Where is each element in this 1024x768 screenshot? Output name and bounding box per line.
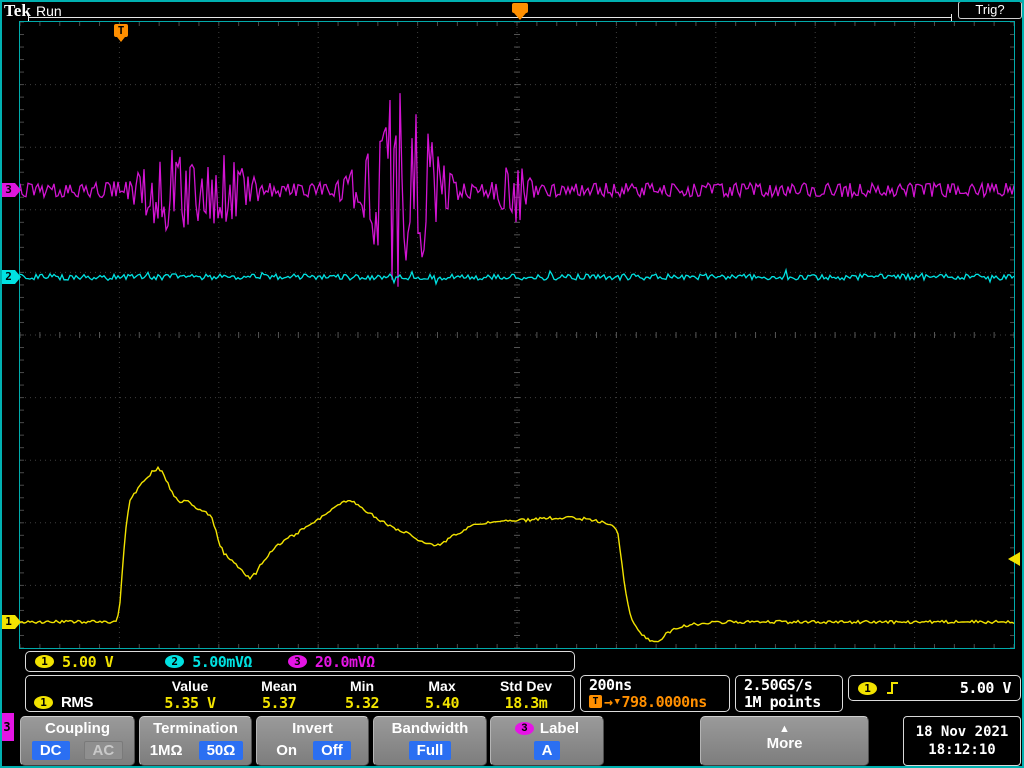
bandwidth-title: Bandwidth (391, 720, 469, 737)
oscilloscope-screen: Tek Run Trig? T 3 2 1 1 5.00 V 2 5.00mVΩ… (0, 0, 1024, 768)
invert-option-on[interactable]: On (274, 741, 299, 760)
channel-scale-readout[interactable]: 1 5.00 V 2 5.00mVΩ 3 20.0mVΩ (25, 651, 575, 672)
meas-min: 5.32 (344, 693, 380, 712)
meas-stddev: 18.3m (504, 693, 548, 712)
channel-3-menu-tab[interactable]: 3 (0, 713, 14, 741)
menu-termination[interactable]: Termination 1MΩ 50Ω (139, 716, 252, 766)
date-text: 18 Nov 2021 (915, 724, 1009, 740)
ch1-trace (20, 465, 1014, 643)
invert-option-off[interactable]: Off (313, 741, 351, 760)
time-per-div: 200ns (589, 675, 632, 694)
meas-header-value: Value (171, 677, 209, 694)
ch1-ground-marker[interactable]: 1 (2, 615, 21, 629)
trigger-position-marker-icon[interactable] (512, 3, 528, 20)
more-up-arrow-icon: ▲ (779, 723, 790, 735)
label-channel-badge: 3 (514, 722, 534, 735)
sample-rate: 2.50GS/s (744, 675, 813, 694)
graticule (19, 21, 1015, 649)
menu-label[interactable]: 3 Label A (490, 716, 604, 766)
ch3-ground-marker[interactable]: 3 (2, 183, 21, 197)
triangle-down-icon: ▼ (614, 696, 620, 707)
meas-mean: 5.37 (261, 693, 297, 712)
datetime-display: 18 Nov 2021 18:12:10 (903, 716, 1021, 766)
ch2-ground-marker[interactable]: 2 (2, 270, 21, 284)
coupling-option-dc[interactable]: DC (31, 741, 70, 760)
measurement-row[interactable]: 1 RMS (26, 694, 144, 711)
meas-ch-badge: 1 (34, 696, 53, 709)
menu-invert[interactable]: Invert On Off (256, 716, 369, 766)
more-title: More (766, 735, 803, 752)
measurement-readout: Value Mean Min Max Std Dev 1 RMS 5.35 V … (25, 675, 575, 712)
meas-header-min: Min (349, 677, 375, 694)
trigger-readout[interactable]: 1 5.00 V (848, 675, 1021, 701)
trigger-time-flag-icon[interactable]: T (114, 24, 128, 42)
trigger-source-badge: 1 (858, 681, 877, 695)
trigger-t-icon: T (589, 695, 602, 708)
meas-max: 5.40 (424, 693, 460, 712)
ch1-badge[interactable]: 1 (35, 655, 54, 668)
ch3-scale: 20.0mVΩ (314, 652, 375, 671)
menu-coupling[interactable]: Coupling DC AC (20, 716, 135, 766)
termination-title: Termination (153, 720, 238, 737)
menu-bandwidth[interactable]: Bandwidth Full (373, 716, 487, 766)
invert-title: Invert (292, 720, 333, 737)
ch2-badge[interactable]: 2 (165, 655, 185, 668)
waveform-display (20, 22, 1014, 648)
acquisition-readout: 2.50GS/s 1M points (735, 675, 843, 712)
label-value[interactable]: A (533, 741, 561, 760)
trigger-status-badge: Trig? (958, 1, 1022, 19)
meas-name: RMS (61, 694, 93, 711)
record-length: 1M points (744, 692, 821, 711)
label-title: Label (539, 720, 580, 737)
trigger-level: 5.00 V (959, 679, 1012, 697)
ch3-badge[interactable]: 3 (287, 655, 307, 668)
tek-logo: Tek (4, 1, 31, 20)
ch1-scale: 5.00 V (62, 652, 114, 671)
termination-option-1mohm[interactable]: 1MΩ (148, 741, 185, 760)
record-view-bar (28, 14, 952, 21)
meas-header-mean: Mean (261, 677, 297, 694)
trigger-level-arrow-icon[interactable] (1008, 552, 1020, 566)
menu-more[interactable]: ▲ More (700, 716, 869, 766)
termination-option-50ohm[interactable]: 50Ω (198, 741, 244, 760)
coupling-option-ac[interactable]: AC (83, 741, 124, 760)
coupling-title: Coupling (45, 720, 110, 737)
rising-edge-icon (887, 682, 898, 694)
acquisition-status: Run (36, 3, 62, 19)
meas-header-stddev: Std Dev (499, 677, 553, 694)
arrow-right-icon: → (604, 692, 613, 711)
horizontal-readout[interactable]: 200ns T → ▼ 798.0000ns (580, 675, 730, 712)
ch2-scale: 5.00mVΩ (192, 652, 252, 671)
trigger-position: 798.0000ns (621, 692, 707, 711)
meas-value: 5.35 V (164, 693, 216, 712)
bandwidth-option-full[interactable]: Full (408, 741, 452, 760)
time-text: 18:12:10 (928, 742, 996, 758)
meas-header-max: Max (428, 677, 456, 694)
